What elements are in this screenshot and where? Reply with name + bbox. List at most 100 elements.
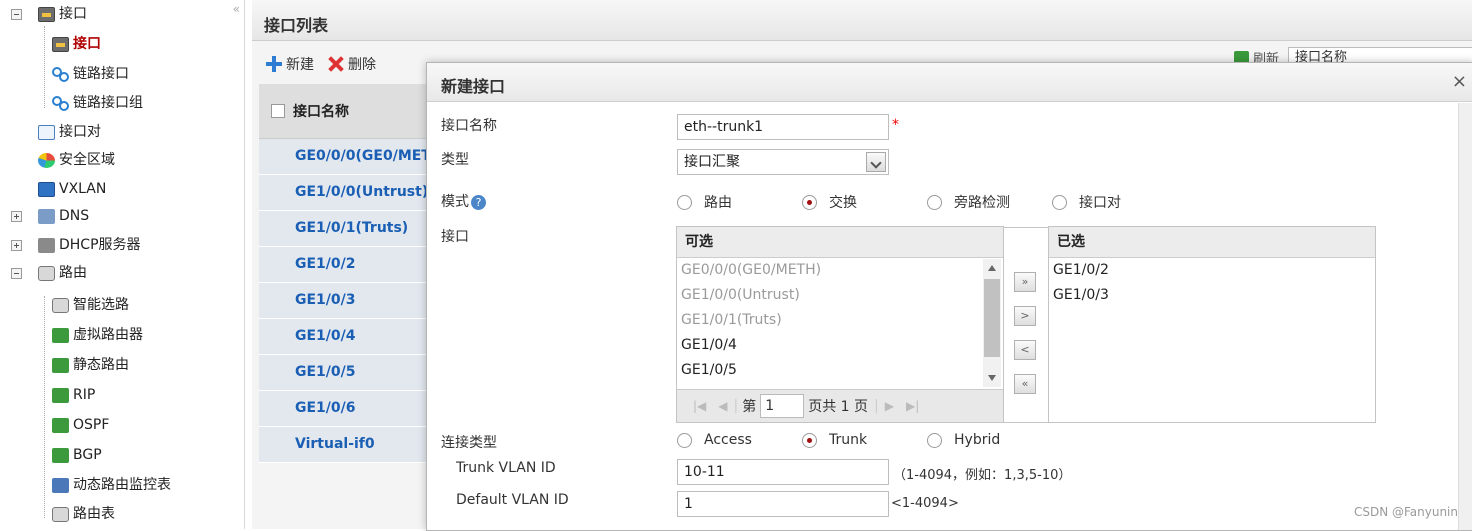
remove-all-button[interactable]: « xyxy=(1014,374,1036,394)
sidebar-item-smart-routing[interactable]: 智能选路 xyxy=(52,293,129,317)
sidebar-item-route-table[interactable]: 路由表 xyxy=(52,502,115,526)
table-row[interactable]: GE1/0/2 xyxy=(259,247,434,283)
list-item[interactable]: GE1/0/3 xyxy=(1049,283,1375,308)
plus-icon xyxy=(266,56,282,72)
radio-selected-icon xyxy=(802,194,817,210)
sidebar-item-interface[interactable]: 接口 xyxy=(52,32,101,56)
sidebar-item-label: 静态路由 xyxy=(73,357,129,373)
collapse-icon[interactable] xyxy=(11,268,22,279)
sidebar-item-label: 动态路由监控表 xyxy=(73,477,171,493)
sidebar-item-virtual-router[interactable]: 虚拟路由器 xyxy=(52,323,143,347)
delete-button-label: 删除 xyxy=(348,57,376,73)
sidebar-item-bgp[interactable]: BGP xyxy=(52,443,102,467)
sidebar-item-routing[interactable]: 路由 xyxy=(38,261,87,285)
list-item[interactable]: GE1/0/5 xyxy=(677,358,1003,383)
remove-button[interactable]: < xyxy=(1014,340,1036,360)
table-row[interactable]: GE1/0/6 xyxy=(259,391,434,427)
add-button[interactable]: > xyxy=(1014,306,1036,326)
panel-header: 接口列表 xyxy=(252,0,1472,41)
add-all-button[interactable]: » xyxy=(1014,272,1036,292)
sidebar-item-link-interface[interactable]: 链路接口 xyxy=(52,62,129,86)
scroll-down-icon[interactable] xyxy=(988,375,996,381)
type-select[interactable]: 接口汇聚 xyxy=(677,149,889,175)
scroll-up-icon[interactable] xyxy=(988,265,996,271)
sidebar-item-interface-pair[interactable]: 接口对 xyxy=(38,120,101,144)
sidebar-item-dhcp[interactable]: DHCP服务器 xyxy=(38,233,141,257)
list-scrollbar[interactable] xyxy=(983,259,1001,387)
dialog-header: 新建接口 × xyxy=(427,63,1472,102)
sidebar-item-label: 路由 xyxy=(59,265,87,281)
pager-divider: | xyxy=(733,398,739,414)
table-row[interactable]: GE1/0/4 xyxy=(259,319,434,355)
link-type-radio-hybrid[interactable]: Hybrid xyxy=(927,432,1000,448)
trunk-vlan-hint: （1-4094，例如：1,3,5-10） xyxy=(893,468,1072,483)
list-item[interactable]: GE1/0/4 xyxy=(677,333,1003,358)
new-button[interactable]: 新建 xyxy=(266,54,314,74)
mode-radio-pair[interactable]: 接口对 xyxy=(1052,192,1121,212)
sidebar-item-label: DHCP服务器 xyxy=(59,237,141,253)
prev-page-icon[interactable]: ◀ xyxy=(718,399,727,413)
first-page-icon[interactable]: |◀ xyxy=(693,399,706,413)
ospf-icon xyxy=(52,417,69,433)
type-select-value: 接口汇聚 xyxy=(684,154,740,170)
radio-label: 交换 xyxy=(829,195,857,211)
sidebar-item-dns[interactable]: DNS xyxy=(38,204,89,228)
sidebar-item-route-monitor[interactable]: 动态路由监控表 xyxy=(52,473,171,497)
next-page-icon[interactable]: ▶ xyxy=(885,399,894,413)
trunk-vlan-input[interactable]: 10-11 xyxy=(677,459,889,485)
table-row[interactable]: GE0/0/0(GE0/METH) xyxy=(259,139,434,175)
sidebar-item-label: 接口 xyxy=(73,36,101,52)
select-all-checkbox[interactable] xyxy=(271,104,285,118)
interface-pair-icon xyxy=(38,124,55,140)
page-title: 接口列表 xyxy=(264,16,329,35)
sidebar-item-interface-group[interactable]: 接口 xyxy=(38,2,87,26)
pager-divider: | xyxy=(874,398,879,414)
zone-icon xyxy=(38,152,55,168)
route-table-icon xyxy=(52,506,69,522)
mode-radio-bypass[interactable]: 旁路检测 xyxy=(927,192,1010,212)
radio-icon xyxy=(1052,194,1067,210)
default-vlan-input[interactable]: 1 xyxy=(677,491,889,517)
table-row[interactable]: Virtual-if0 xyxy=(259,427,434,463)
sidebar-collapse-icon[interactable]: « xyxy=(233,2,240,16)
last-page-icon[interactable]: ▶| xyxy=(906,399,919,413)
selected-list-header: 已选 xyxy=(1049,227,1375,258)
selected-list: 已选 GE1/0/2 GE1/0/3 xyxy=(1048,226,1376,423)
mode-radio-route[interactable]: 路由 xyxy=(677,192,732,212)
sidebar-item-label: VXLAN xyxy=(59,181,107,197)
close-icon[interactable]: × xyxy=(1452,71,1467,92)
sidebar-item-vxlan[interactable]: VXLAN xyxy=(38,177,106,201)
sidebar-item-security-zone[interactable]: 安全区域 xyxy=(38,148,115,172)
page-input[interactable]: 1 xyxy=(760,394,805,418)
expand-icon[interactable] xyxy=(11,240,22,251)
list-item[interactable]: GE1/0/2 xyxy=(1049,258,1375,283)
link-type-radio-trunk[interactable]: Trunk xyxy=(802,432,867,448)
monitor-icon xyxy=(52,477,69,493)
sidebar-item-rip[interactable]: RIP xyxy=(52,383,95,407)
sidebar-item-label: 接口 xyxy=(59,6,87,22)
delete-button[interactable]: 删除 xyxy=(328,54,376,74)
sidebar-item-static-route[interactable]: 静态路由 xyxy=(52,353,129,377)
table-row[interactable]: GE1/0/5 xyxy=(259,355,434,391)
sidebar-item-label: 智能选路 xyxy=(73,297,129,313)
table-row[interactable]: GE1/0/0(Untrust) xyxy=(259,175,434,211)
sidebar-item-ospf[interactable]: OSPF xyxy=(52,413,109,437)
collapse-icon[interactable] xyxy=(11,9,22,20)
virtual-router-icon xyxy=(52,327,69,343)
help-icon[interactable]: ? xyxy=(471,194,486,210)
radio-icon xyxy=(927,432,942,448)
router-icon xyxy=(38,265,55,281)
page-prefix: 第 xyxy=(742,399,757,415)
radio-label: Trunk xyxy=(829,432,868,448)
link-type-radio-access[interactable]: Access xyxy=(677,432,752,448)
interface-name-input[interactable]: eth--trunk1 xyxy=(677,114,889,140)
expand-icon[interactable] xyxy=(11,211,22,222)
dialog-scrollbar[interactable] xyxy=(1458,103,1472,530)
mode-radio-switch[interactable]: 交换 xyxy=(802,192,857,212)
table-row[interactable]: GE1/0/3 xyxy=(259,283,434,319)
table-row[interactable]: GE1/0/1(Truts) xyxy=(259,211,434,247)
trunk-vlan-label: Trunk VLAN ID xyxy=(456,460,556,476)
sidebar-item-link-interface-group[interactable]: 链路接口组 xyxy=(52,91,143,115)
sidebar-item-label: RIP xyxy=(73,387,96,403)
scroll-thumb[interactable] xyxy=(984,279,1000,357)
